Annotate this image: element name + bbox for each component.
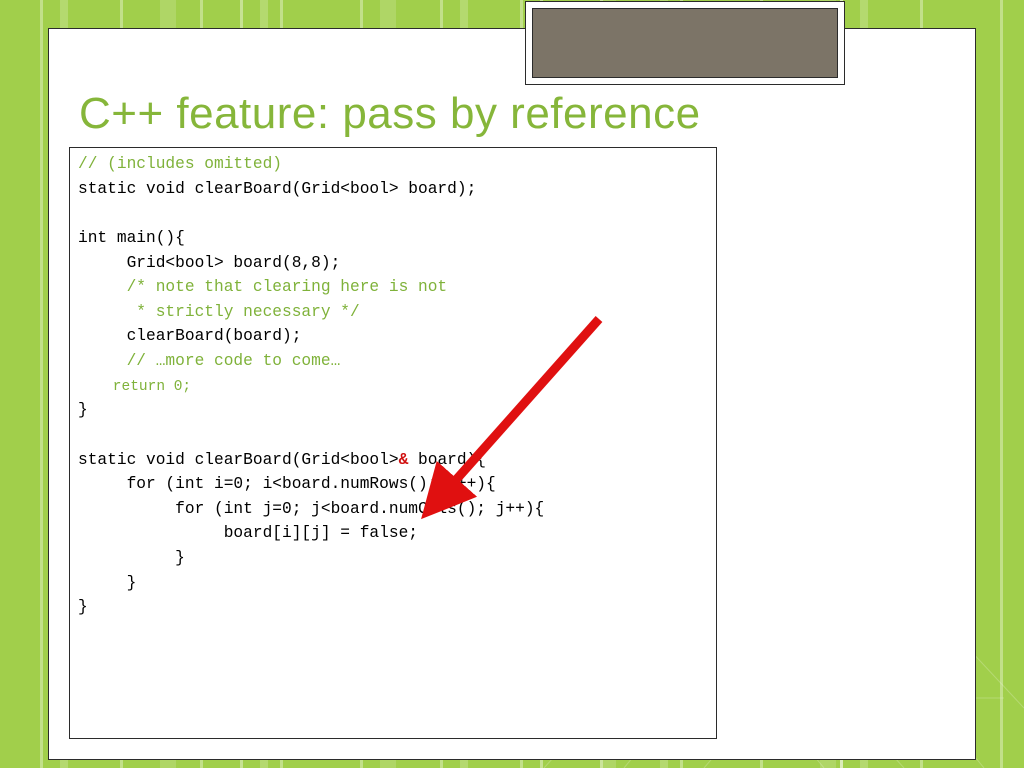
slide-card: C++ feature: pass by reference // (inclu…	[48, 28, 976, 760]
decorative-tab-fill	[532, 8, 838, 78]
ampersand-highlight: &	[399, 451, 409, 469]
code-line: }	[78, 598, 88, 616]
code-line: }	[78, 574, 136, 592]
code-line: for (int i=0; i<board.numRows(); i++){	[78, 475, 496, 493]
code-line: }	[78, 549, 185, 567]
code-line: for (int j=0; j<board.numCols(); j++){	[78, 500, 544, 518]
code-container: // (includes omitted) static void clearB…	[69, 147, 717, 739]
code-line: static void clearBoard(Grid<bool> board)…	[78, 180, 476, 198]
slide-stage: C++ feature: pass by reference // (inclu…	[0, 0, 1024, 768]
code-comment-includes: // (includes omitted)	[78, 155, 282, 173]
code-line: }	[78, 401, 88, 419]
code-comment-note2: * strictly necessary */	[78, 303, 360, 321]
code-line: clearBoard(board);	[78, 327, 301, 345]
code-line: static void clearBoard(Grid<bool>& board…	[78, 451, 486, 469]
decorative-tab	[525, 1, 845, 85]
code-comment-note1: /* note that clearing here is not	[78, 278, 447, 296]
code-line: board[i][j] = false;	[78, 524, 418, 542]
code-line-return: return 0;	[78, 379, 191, 395]
code-line: Grid<bool> board(8,8);	[78, 254, 340, 272]
code-line: int main(){	[78, 229, 185, 247]
code-block: // (includes omitted) static void clearB…	[78, 152, 708, 620]
slide-title: C++ feature: pass by reference	[79, 89, 701, 139]
code-comment-more: // …more code to come…	[78, 352, 340, 370]
